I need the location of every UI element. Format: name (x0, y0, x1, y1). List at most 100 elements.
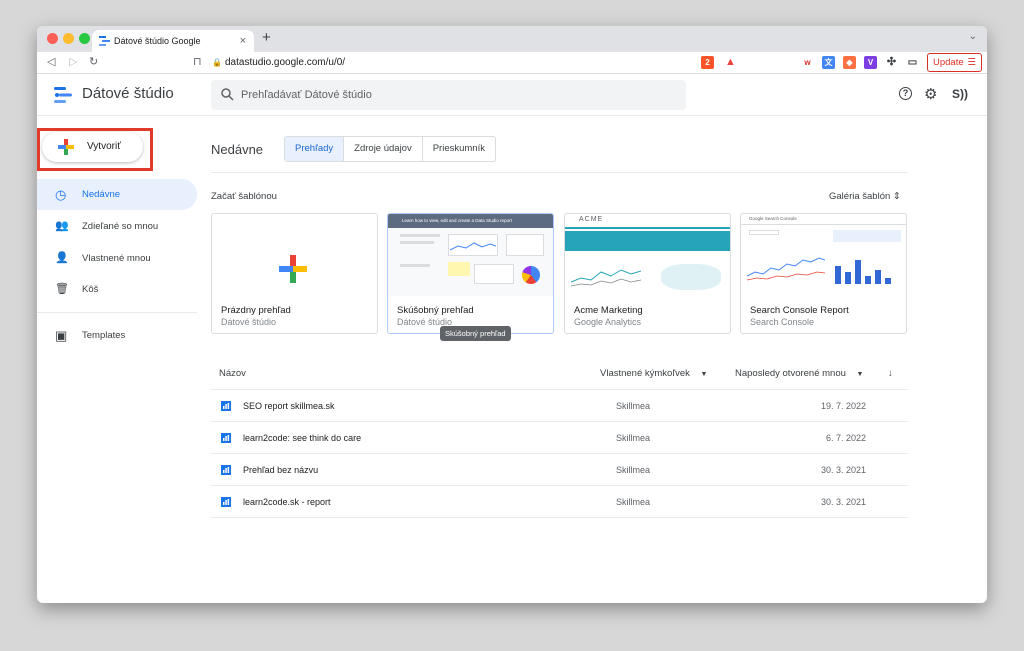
datastudio-logo-icon (54, 87, 72, 103)
card-title: Skúšobný prehľad (397, 305, 474, 316)
report-icon (221, 465, 231, 475)
sidebar-item-label: Kôš (82, 284, 99, 295)
template-card-acme[interactable]: ACME Acme Marketing Google Analytics (564, 213, 731, 334)
trash-icon: 🗑 (55, 283, 69, 295)
extensions-puzzle-icon[interactable]: ✣ (885, 56, 898, 69)
template-card-blank[interactable]: Prázdny prehľad Dátové štúdio (211, 213, 378, 334)
tab-data-sources[interactable]: Zdroje údajov (344, 137, 423, 161)
zoom-window-button[interactable] (79, 33, 90, 44)
close-window-button[interactable] (47, 33, 58, 44)
sidebar-item-trash[interactable]: 🗑 Kôš (37, 274, 197, 305)
browser-titlebar: Dátové štúdio Google × + ⌄ (37, 26, 987, 52)
thumb-header: Learn how to view, edit and create a Dat… (388, 214, 553, 228)
sidebar-item-recent[interactable]: ◷ Nedávne (37, 179, 197, 210)
extension-w-icon[interactable]: w (801, 56, 814, 69)
tab-close-icon[interactable]: × (240, 30, 246, 52)
brave-shield-icon[interactable]: 2 (701, 56, 714, 69)
table-row[interactable]: SEO report skillmea.sk Skillmea 19. 7. 2… (211, 390, 908, 422)
sidebar-item-templates[interactable]: ▣ Templates (37, 320, 197, 351)
divider (211, 172, 908, 173)
sidebar-item-label: Zdieľané so mnou (82, 221, 159, 232)
search-icon (221, 88, 234, 101)
last-opened-label: Naposledy otvorené mnou (735, 368, 846, 379)
owner-filter-label: Vlastnené kýmkoľvek (600, 368, 690, 379)
sidebar-item-owned[interactable]: 👤 Vlastnené mnou (37, 243, 197, 274)
sort-direction-icon[interactable]: ↓ (888, 368, 893, 379)
template-thumbnail: Google Search Console (741, 214, 906, 296)
lock-icon: 🔒 (212, 58, 222, 67)
page-title: Nedávne (211, 142, 264, 157)
card-subtitle: Search Console (750, 317, 815, 327)
brave-rewards-icon[interactable]: ▲ (724, 56, 737, 69)
templates-heading: Začať šablónou (211, 191, 277, 202)
report-icon (221, 497, 231, 507)
people-icon: 👥 (55, 220, 69, 232)
owner-filter-dropdown[interactable]: Vlastnené kýmkoľvek ▼ (600, 368, 707, 379)
settings-gear-icon[interactable]: ⚙ (924, 85, 937, 103)
expand-icon: ⇕ (892, 191, 901, 202)
thumb-header: ACME (579, 216, 604, 223)
report-owner: Skillmea (616, 433, 651, 443)
tab-explorer[interactable]: Prieskumník (423, 137, 495, 161)
tab-search-icon[interactable]: ⌄ (969, 31, 977, 42)
extension-v-icon[interactable]: V (864, 56, 877, 69)
browser-tab[interactable]: Dátové štúdio Google × (92, 30, 254, 52)
report-owner: Skillmea (616, 401, 651, 411)
template-thumbnail (212, 214, 377, 296)
forward-icon[interactable]: ▷ (69, 55, 77, 68)
thumb-header: Google Search Console (749, 216, 797, 221)
template-gallery-button[interactable]: Galéria šablón ⇕ (829, 191, 901, 202)
template-thumbnail: ACME (565, 214, 730, 296)
tab-title: Dátové štúdio Google (114, 36, 201, 46)
dropdown-arrow-icon: ▼ (856, 371, 864, 378)
minimize-window-button[interactable] (63, 33, 74, 44)
report-name: learn2code: see think do care (243, 433, 362, 443)
sidebar-item-label: Templates (82, 330, 126, 341)
browser-window: Dátové štúdio Google × + ⌄ ◁ ▷ ↻ ⊓ 🔒 dat… (37, 26, 987, 603)
dropdown-arrow-icon: ▼ (700, 371, 708, 378)
report-date: 30. 3. 2021 (820, 465, 866, 475)
search-input[interactable]: Prehľadávať Dátové štúdio (211, 80, 686, 110)
card-subtitle: Google Analytics (574, 317, 642, 327)
url-bar[interactable]: 🔒 datastudio.google.com/u/0/ (209, 54, 754, 72)
report-owner: Skillmea (616, 497, 651, 507)
translate-extension-icon[interactable]: 文 (822, 56, 835, 69)
sidebar-item-shared[interactable]: 👥 Zdieľané so mnou (37, 211, 197, 242)
table-row[interactable]: learn2code.sk - report Skillmea 30. 3. 2… (211, 486, 908, 518)
table-row[interactable]: learn2code: see think do care Skillmea 6… (211, 422, 908, 454)
report-name: learn2code.sk - report (243, 497, 331, 507)
back-icon[interactable]: ◁ (47, 55, 55, 68)
table-row[interactable]: Prehľad bez názvu Skillmea 30. 3. 2021 (211, 454, 908, 486)
account-avatar[interactable]: S)) (952, 87, 968, 101)
last-opened-dropdown[interactable]: Naposledy otvorené mnou ▼ (735, 368, 863, 379)
template-card-sample[interactable]: Learn how to view, edit and create a Dat… (387, 213, 554, 334)
report-name: Prehľad bez názvu (243, 465, 319, 475)
wallet-icon[interactable]: ▭ (906, 56, 919, 69)
url-text: datastudio.google.com/u/0/ (225, 57, 346, 68)
column-header-name[interactable]: Názov (219, 368, 246, 379)
new-tab-button[interactable]: + (262, 29, 271, 46)
tab-reports[interactable]: Prehľady (285, 137, 345, 161)
report-date: 6. 7. 2022 (825, 433, 866, 443)
card-title: Prázdny prehľad (221, 305, 291, 316)
datastudio-favicon-icon (99, 36, 110, 46)
brave-badge: 2 (705, 58, 710, 67)
report-name: SEO report skillmea.sk (243, 401, 335, 411)
report-owner: Skillmea (616, 465, 651, 475)
template-card-search-console[interactable]: Google Search Console Search Console Rep… (740, 213, 907, 334)
tooltip: Skúšobný prehľad (440, 326, 511, 341)
report-icon (221, 433, 231, 443)
card-subtitle: Dátové štúdio (221, 317, 277, 327)
report-icon (221, 401, 231, 411)
app-name: Dátové štúdio (82, 85, 174, 102)
extension-fish-icon[interactable]: ◆ (843, 56, 856, 69)
reload-icon[interactable]: ↻ (89, 55, 98, 68)
bookmark-icon[interactable]: ⊓ (193, 55, 202, 68)
card-title: Acme Marketing (574, 305, 643, 316)
update-label: Update (933, 57, 964, 68)
templates-icon: ▣ (55, 328, 68, 343)
help-icon[interactable]: ? (899, 87, 912, 100)
report-date: 19. 7. 2022 (820, 401, 866, 411)
menu-icon: ☰ (967, 57, 976, 68)
update-button[interactable]: Update ☰ (927, 53, 982, 72)
